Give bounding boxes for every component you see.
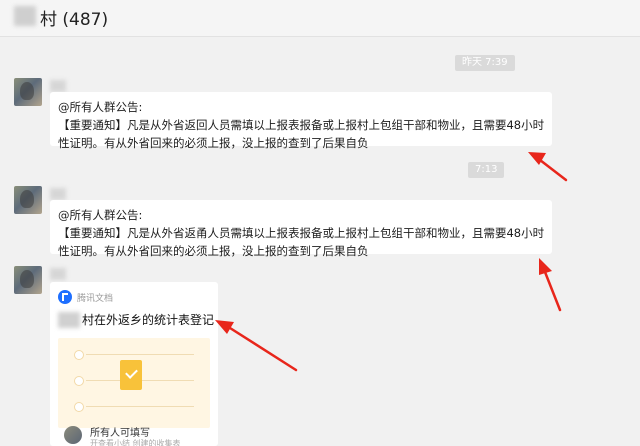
arrow-annotation xyxy=(539,258,562,312)
arrow-annotation xyxy=(528,152,568,182)
annotation-arrows xyxy=(215,152,568,372)
arrow-annotation xyxy=(215,320,298,372)
